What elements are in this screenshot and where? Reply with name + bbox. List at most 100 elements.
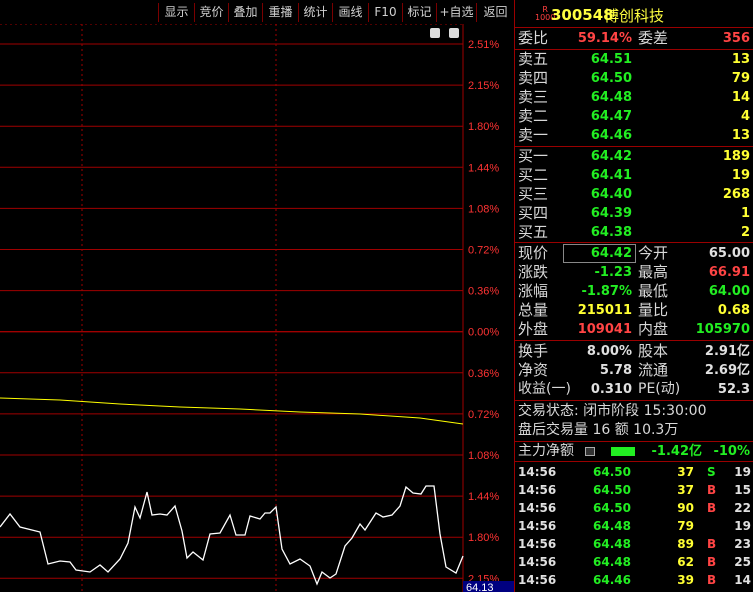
tick-time: 14:56 [518, 573, 557, 587]
eps-label: 收益(一) [518, 381, 571, 397]
price-line [0, 485, 464, 586]
mainflow-pct: -10% [713, 444, 750, 459]
turnover-value: 8.00% [586, 344, 632, 359]
buy-price: 64.40 [590, 187, 632, 202]
divider [515, 242, 753, 243]
volume-ratio-label: 量比 [638, 301, 669, 319]
mainflow-bar [611, 447, 635, 456]
volume-label: 总量 [518, 301, 549, 319]
intraday-chart[interactable]: 2.51% 2.15% 1.80% 1.44% 1.08% 0.72% 0.36% 0.00%… [0, 24, 514, 592]
statistics-button[interactable]: 统计 [298, 3, 332, 22]
buy-label: 买四 [518, 204, 549, 222]
sell-row[interactable]: 卖四 64.50 79 [515, 69, 753, 88]
axis-tick-label: 2.51% [468, 39, 499, 51]
tick-side: B [707, 501, 717, 515]
overlay-button[interactable]: 叠加 [228, 3, 262, 22]
netasset-label: 净资 [518, 361, 549, 379]
volume-ratio-value: 0.68 [717, 303, 750, 318]
axis-tick-label: 0.72% [468, 409, 499, 421]
buy-row[interactable]: 买二 64.41 19 [515, 166, 753, 185]
sell-volume: 4 [740, 109, 750, 124]
sell-label: 卖四 [518, 69, 549, 87]
sell-label: 卖三 [518, 88, 549, 106]
mainflow-value: -1.42亿 [651, 444, 702, 459]
menu-icon[interactable] [585, 447, 595, 456]
tick-side: B [707, 573, 717, 587]
tick-row: 14:56 64.50 90 B 22 [515, 499, 753, 517]
tick-price: 64.48 [593, 555, 631, 569]
buy-volume: 2 [740, 225, 750, 240]
sell-volume: 13 [731, 52, 750, 67]
netasset-value: 5.78 [599, 363, 632, 378]
display-button[interactable]: 显示 [158, 3, 194, 22]
buy-label: 买五 [518, 223, 549, 241]
buy-row[interactable]: 买三 64.40 268 [515, 185, 753, 204]
inner-label: 内盘 [638, 320, 669, 338]
divider [515, 461, 753, 462]
trade-status-row: 交易状态: 闭市阶段 15:30:00 [515, 402, 753, 421]
f10-button[interactable]: F10 [368, 3, 402, 22]
bid-diff-label: 委差 [638, 29, 669, 47]
buy-row[interactable]: 买五 64.38 2 [515, 223, 753, 242]
pct-label: 涨幅 [518, 282, 549, 300]
price-row: 现价 64.42 今开 65.00 [515, 244, 753, 263]
avg-price-line [0, 397, 464, 425]
buy-label: 买一 [518, 147, 549, 165]
buy-price: 64.39 [590, 206, 632, 221]
draw-line-button[interactable]: 画线 [332, 3, 368, 22]
sell-volume: 14 [731, 90, 750, 105]
bid-ratio-row: 委比 59.14% 委差 356 [515, 29, 753, 48]
axis-tick-label: 1.80% [468, 121, 499, 133]
buy-price: 64.42 [590, 149, 632, 164]
open-value: 65.00 [708, 246, 750, 261]
buy-volume: 19 [731, 168, 750, 183]
tick-price: 64.48 [593, 537, 631, 551]
tick-side: B [707, 537, 717, 551]
tick-row: 14:56 64.48 79 19 [515, 517, 753, 535]
tick-volume: 62 [677, 555, 694, 569]
add-watchlist-button[interactable]: +自选 [436, 3, 476, 22]
eps-value: 0.310 [590, 382, 632, 397]
buy-volume: 268 [722, 187, 750, 202]
stock-name: 博创科技 [604, 7, 665, 25]
mainflow-label: 主力净额 [518, 443, 574, 459]
high-label: 最高 [638, 263, 669, 281]
quote-panel: R 1000 300548 博创科技 委比 59.14% 委差 356 卖五 64.… [514, 0, 753, 592]
after-hours-row: 盘后交易量 16 额 10.3万 [515, 421, 753, 440]
back-button[interactable]: 返回 [476, 3, 514, 22]
volume-row: 总量 215011 量比 0.68 [515, 301, 753, 320]
tick-volume: 79 [677, 519, 694, 533]
pct-row: 涨幅 -1.87% 最低 64.00 [515, 282, 753, 301]
replay-button[interactable]: 重播 [262, 3, 298, 22]
change-value: -1.23 [594, 265, 632, 280]
sell-row[interactable]: 卖一 64.46 13 [515, 126, 753, 145]
buy-price: 64.38 [590, 225, 632, 240]
change-label: 涨跌 [518, 263, 549, 281]
mainflow-row[interactable]: 主力净额 -1.42亿 -10% [515, 442, 753, 461]
axis-tick-label: 0.72% [468, 245, 499, 257]
sell-row[interactable]: 卖二 64.47 4 [515, 107, 753, 126]
tick-count: 23 [734, 537, 751, 551]
sell-price: 64.48 [590, 90, 632, 105]
tick-row: 14:56 64.46 39 B 14 [515, 571, 753, 589]
tick-count: 19 [734, 465, 751, 479]
auction-button[interactable]: 竞价 [194, 3, 228, 22]
mark-button[interactable]: 标记 [402, 3, 436, 22]
float-label: 流通 [638, 361, 669, 379]
sell-label: 卖五 [518, 50, 549, 68]
tick-row: 14:56 64.48 89 B 23 [515, 535, 753, 553]
tick-price: 64.50 [593, 501, 631, 515]
buy-row[interactable]: 买四 64.39 1 [515, 204, 753, 223]
outer-label: 外盘 [518, 320, 549, 338]
turnover-label: 换手 [518, 342, 549, 360]
buy-row[interactable]: 买一 64.42 189 [515, 147, 753, 166]
axis-tick-label: 1.44% [468, 491, 499, 503]
divider [515, 27, 753, 28]
tick-time: 14:56 [518, 537, 557, 551]
sell-row[interactable]: 卖三 64.48 14 [515, 88, 753, 107]
axis-tick-label: 1.80% [468, 532, 499, 544]
now-label: 现价 [518, 244, 549, 262]
tick-volume: 39 [677, 573, 694, 587]
sell-row[interactable]: 卖五 64.51 13 [515, 50, 753, 69]
buy-label: 买三 [518, 185, 549, 203]
